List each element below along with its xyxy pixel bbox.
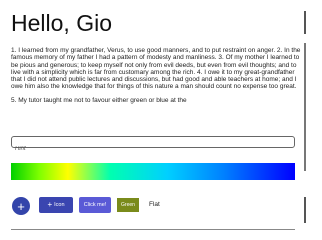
bottom-divider: [11, 229, 295, 230]
scrollbar-track-bottom[interactable]: [304, 197, 306, 223]
flat-button[interactable]: Flat: [149, 201, 160, 208]
page-title: Hello, Gio: [11, 10, 112, 36]
scrollbar-track-top[interactable]: [304, 11, 306, 34]
click-me-label: Click me!: [83, 202, 107, 208]
green-button-label: Green: [121, 202, 135, 208]
hint-field[interactable]: [11, 136, 295, 154]
icon-button-label: Icon: [54, 202, 65, 208]
green-button[interactable]: Green: [117, 198, 139, 212]
flat-button-label: Flat: [149, 201, 160, 208]
plus-icon: +: [17, 198, 25, 214]
hint-input[interactable]: [12, 144, 294, 154]
gradient-bar: [11, 163, 295, 180]
add-fab-button[interactable]: +: [12, 197, 30, 215]
click-me-button[interactable]: Click me!: [79, 197, 111, 213]
icon-button[interactable]: + Icon: [39, 197, 73, 213]
plus-icon: +: [47, 200, 53, 209]
story-paragraph-1: 1. I learned from my grandfather, Verus,…: [11, 47, 301, 91]
story-scroll-area[interactable]: 1. I learned from my grandfather, Verus,…: [11, 47, 306, 127]
story-paragraph-2: 5. My tutor taught me not to favour eith…: [11, 96, 187, 104]
